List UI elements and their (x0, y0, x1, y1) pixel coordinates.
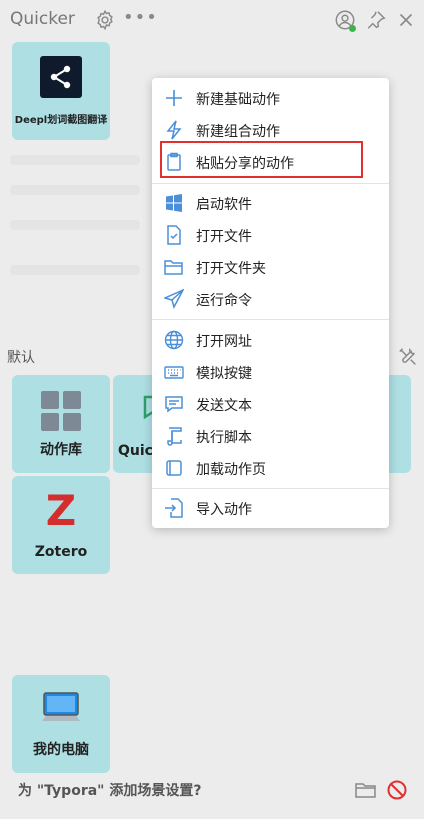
background-row (10, 155, 140, 165)
highlight-box (160, 141, 363, 178)
menu-item-simulate-keys[interactable]: 模拟按键 (152, 358, 389, 386)
deepl-logo-icon (40, 56, 82, 102)
more-options-icon[interactable]: ••• (123, 7, 158, 28)
globe-icon (164, 330, 184, 350)
menu-item-label: 新建基础动作 (196, 92, 280, 108)
plus-icon (164, 88, 184, 108)
script-icon (164, 426, 184, 446)
tile-label: Quic (118, 443, 153, 459)
menu-item-run-command[interactable]: 运行命令 (152, 285, 389, 313)
action-tile-action-library[interactable]: 动作库 (12, 375, 110, 473)
menu-item-new-combo-action[interactable]: 新建组合动作 (152, 116, 389, 144)
menu-item-label: 打开文件 (196, 229, 252, 245)
menu-item-label: 打开文件夹 (196, 261, 266, 277)
windows-icon (164, 193, 184, 213)
menu-item-new-basic-action[interactable]: 新建基础动作 (152, 84, 389, 112)
menu-item-run-script[interactable]: 执行脚本 (152, 422, 389, 450)
menu-item-label: 加载动作页 (196, 462, 266, 478)
menu-separator (152, 319, 389, 320)
menu-separator (152, 488, 389, 489)
page-icon (164, 458, 184, 478)
background-row (10, 220, 140, 230)
background-row (10, 265, 140, 275)
menu-item-label: 启动软件 (196, 197, 252, 213)
action-tile-zotero[interactable]: Z Zotero (12, 476, 110, 574)
context-menu: 新建基础动作 新建组合动作 粘贴分享的动作 启动软件 打开文件 打开文件夹 运行… (152, 78, 389, 528)
tile-label: 我的电脑 (33, 742, 89, 758)
tile-label: 动作库 (40, 442, 82, 458)
section-label-default: 默认 (7, 350, 35, 366)
tools-icon[interactable] (397, 346, 419, 368)
dismiss-ban-icon[interactable] (386, 779, 408, 801)
menu-item-load-action-page[interactable]: 加载动作页 (152, 454, 389, 482)
message-icon (164, 394, 184, 414)
import-icon (164, 498, 184, 518)
app-title: Quicker (10, 9, 75, 29)
menu-item-label: 导入动作 (196, 502, 252, 518)
folder-icon (164, 257, 184, 277)
online-status-dot (349, 25, 356, 32)
menu-separator (152, 183, 389, 184)
zotero-logo-icon: Z (45, 486, 77, 535)
grid-icon (41, 391, 81, 435)
menu-item-open-url[interactable]: 打开网址 (152, 326, 389, 354)
close-icon[interactable] (395, 9, 417, 31)
menu-item-label: 打开网址 (196, 334, 252, 350)
menu-item-label: 模拟按键 (196, 366, 252, 382)
menu-item-send-text[interactable]: 发送文本 (152, 390, 389, 418)
lightning-icon (164, 120, 184, 140)
menu-item-open-file[interactable]: 打开文件 (152, 221, 389, 249)
tile-label: Deepl划词截图翻译 (14, 115, 108, 126)
menu-item-label: 发送文本 (196, 398, 252, 414)
background-row (10, 185, 140, 195)
tile-label: Zotero (34, 544, 88, 560)
action-tile-my-computer[interactable]: 我的电脑 (12, 675, 110, 773)
scene-settings-prompt[interactable]: 为 "Typora" 添加场景设置? (18, 780, 201, 800)
gear-icon[interactable] (94, 9, 116, 31)
pin-icon[interactable] (365, 9, 387, 31)
file-check-icon (164, 225, 184, 245)
menu-item-label: 执行脚本 (196, 430, 252, 446)
computer-icon (40, 691, 82, 731)
keyboard-icon (164, 362, 184, 382)
menu-item-launch-software[interactable]: 启动软件 (152, 189, 389, 217)
action-tile-deepl[interactable]: Deepl划词截图翻译 (12, 42, 110, 140)
title-bar: Quicker ••• (0, 0, 424, 40)
menu-item-import-action[interactable]: 导入动作 (152, 494, 389, 522)
menu-item-label: 新建组合动作 (196, 124, 280, 140)
menu-item-open-folder[interactable]: 打开文件夹 (152, 253, 389, 281)
menu-item-label: 运行命令 (196, 293, 252, 309)
send-icon (164, 289, 184, 309)
folder-icon[interactable] (355, 781, 377, 799)
